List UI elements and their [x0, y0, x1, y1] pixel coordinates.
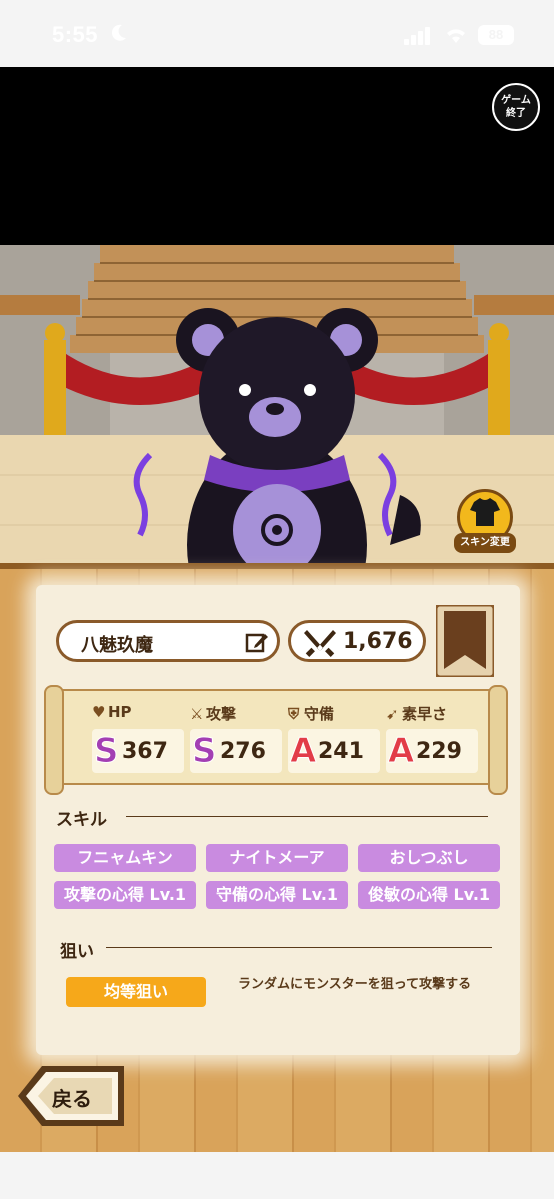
stat-value: 229 [416, 739, 462, 764]
wifi-icon [447, 29, 465, 43]
skills-divider [126, 816, 488, 817]
stat-rank: S [192, 731, 217, 772]
back-button[interactable]: 戻る [16, 1062, 128, 1130]
stat-speed: ➹ 素早さ A 229 [386, 691, 484, 787]
status-bar: 5:55 88 [0, 0, 554, 67]
skill-item[interactable]: おしつぶし [358, 844, 500, 872]
stat-rank: A [289, 731, 317, 772]
skill-item[interactable]: 守備の心得 Lv.1 [206, 881, 348, 909]
stat-hp: ♥ HP S 367 [92, 691, 190, 787]
shield-icon: ⛨ [288, 705, 300, 723]
stat-rank: A [387, 731, 415, 772]
status-time: 5:55 [52, 22, 99, 47]
target-divider [106, 947, 492, 948]
stat-value: 241 [318, 739, 364, 764]
target-description: ランダムにモンスターを狙って攻撃する [238, 977, 472, 992]
boot-icon: ➹ [386, 705, 399, 723]
moon-icon [111, 24, 126, 41]
swords-icon [304, 630, 336, 657]
skill-item[interactable]: ナイトメーア [206, 844, 348, 872]
edit-icon[interactable] [245, 631, 269, 655]
exit-label-line2: 終了 [506, 108, 526, 119]
combat-power-pill: 1,676 [288, 620, 426, 662]
stats-panel: ♥ HP S 367 ⚔ 攻撃 S 276 ⛨ 守備 A 241 ➹ 素早さ A 229 [44, 685, 508, 795]
exit-game-button[interactable]: ゲーム 終了 [492, 83, 540, 131]
battery-icon: 88 [478, 25, 514, 45]
battery-level: 88 [488, 27, 504, 42]
skin-change-button[interactable]: スキン変更 [454, 489, 516, 557]
attack-icon: ⚔ [190, 705, 204, 723]
screen: 5:55 88 ゲーム 終了 スキン変更 八魅玖魔 1,676 ♥ HP S 3… [0, 0, 554, 1199]
stat-label: 攻撃 [206, 705, 237, 723]
character-name: 八魅玖魔 [81, 635, 153, 656]
exit-label-line1: ゲーム [501, 95, 531, 106]
back-label: 戻る [52, 1087, 92, 1111]
stat-rank: S [94, 731, 119, 772]
signal-icon [404, 27, 430, 45]
stat-value: 276 [220, 739, 266, 764]
skills-title: スキル [56, 810, 107, 830]
stat-label: HP [108, 703, 132, 721]
stat-label: 素早さ [402, 705, 448, 723]
stat-value: 367 [122, 739, 168, 764]
heart-icon: ♥ [92, 703, 106, 721]
bottom-bar [0, 1152, 554, 1199]
skill-item[interactable]: 攻撃の心得 Lv.1 [54, 881, 196, 909]
skill-item[interactable]: 俊敏の心得 Lv.1 [358, 881, 500, 909]
stat-defense: ⛨ 守備 A 241 [288, 691, 386, 787]
stat-attack: ⚔ 攻撃 S 276 [190, 691, 288, 787]
target-mode-button[interactable]: 均等狙い [66, 977, 206, 1007]
game-view: ゲーム 終了 スキン変更 八魅玖魔 1,676 ♥ HP S 367 ⚔ 攻撃 … [0, 67, 554, 1152]
stat-label: 守備 [304, 705, 335, 723]
combat-power-value: 1,676 [343, 629, 413, 654]
skill-item[interactable]: フニャムキン [54, 844, 196, 872]
skin-change-label: スキン変更 [454, 533, 516, 553]
target-title: 狙い [60, 942, 94, 962]
bookmark-button[interactable] [436, 605, 494, 677]
character-name-field[interactable]: 八魅玖魔 [56, 620, 280, 662]
